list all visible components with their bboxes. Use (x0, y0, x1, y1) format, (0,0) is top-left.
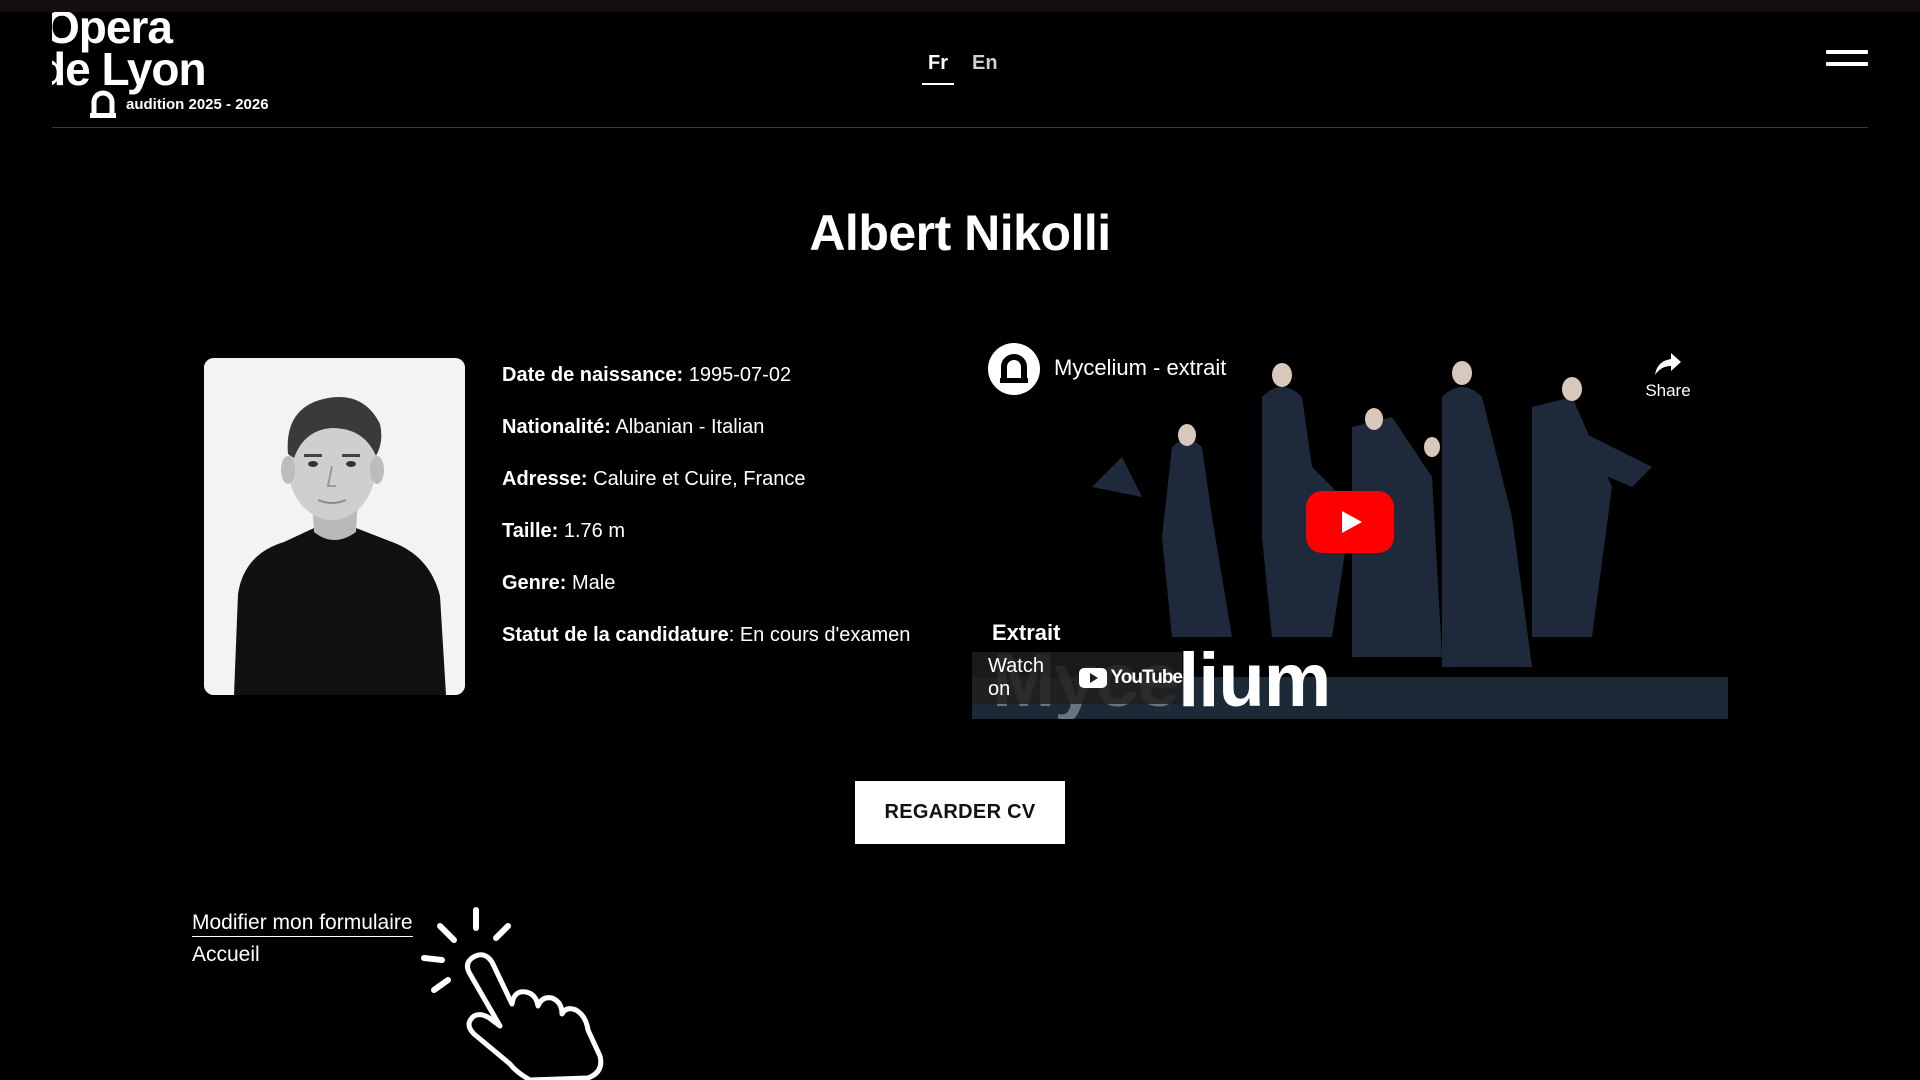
lang-fr[interactable]: Fr (922, 50, 954, 85)
share-icon (1655, 353, 1681, 375)
home-link[interactable]: Accueil (192, 942, 260, 968)
play-button[interactable] (1306, 491, 1394, 553)
candidate-name: Albert Nikolli (809, 205, 1111, 261)
top-strip (0, 0, 1920, 12)
watch-on-youtube-button[interactable]: Watch on YouTube (972, 652, 1183, 704)
youtube-video-embed[interactable]: Mycelium - extrait Share Extrait Myceliu… (972, 337, 1728, 719)
language-switcher: Fr En (922, 50, 1004, 85)
candidate-details: Date de naissance: 1995-07-02 Nationalit… (502, 358, 962, 670)
opera-mark-icon (90, 90, 116, 118)
detail-gender: Genre: Male (502, 572, 616, 594)
youtube-logo-icon: YouTube (1078, 667, 1183, 689)
youtube-wordmark: YouTube (1110, 667, 1183, 688)
logo-subtitle: audition 2025 - 2026 (126, 96, 269, 113)
share-button[interactable]: Share (1638, 345, 1698, 401)
lang-en[interactable]: En (966, 50, 1004, 85)
detail-birthdate: Date de naissance: 1995-07-02 (502, 364, 792, 386)
edit-form-link[interactable]: Modifier mon formulaire (192, 910, 413, 937)
hamburger-menu-icon[interactable] (1826, 50, 1868, 78)
watch-on-label: Watch on (988, 655, 1044, 700)
portrait-illustration (204, 358, 465, 695)
detail-height: Taille: 1.76 m (502, 520, 626, 542)
detail-nationality: Nationalité: Albanian - Italian (502, 416, 765, 438)
detail-application-status: Statut de la candidature: En cours d'exa… (502, 624, 911, 646)
detail-address: Adresse: Caluire et Cuire, France (502, 468, 806, 490)
play-icon (1342, 511, 1362, 533)
opera-lyon-logo[interactable]: Opera de Lyon audition 2025 - 2026 (52, 12, 292, 124)
site-header: Opera de Lyon audition 2025 - 2026 Fr En (52, 12, 1868, 128)
pointer-hand-icon (421, 907, 604, 1080)
portrait-photo (204, 358, 465, 695)
channel-avatar-icon[interactable] (988, 343, 1040, 395)
video-title[interactable]: Mycelium - extrait (1054, 355, 1226, 381)
logo-line-2: de Lyon (52, 43, 207, 95)
view-cv-button[interactable]: REGARDER CV (855, 781, 1065, 844)
share-label: Share (1645, 381, 1691, 400)
